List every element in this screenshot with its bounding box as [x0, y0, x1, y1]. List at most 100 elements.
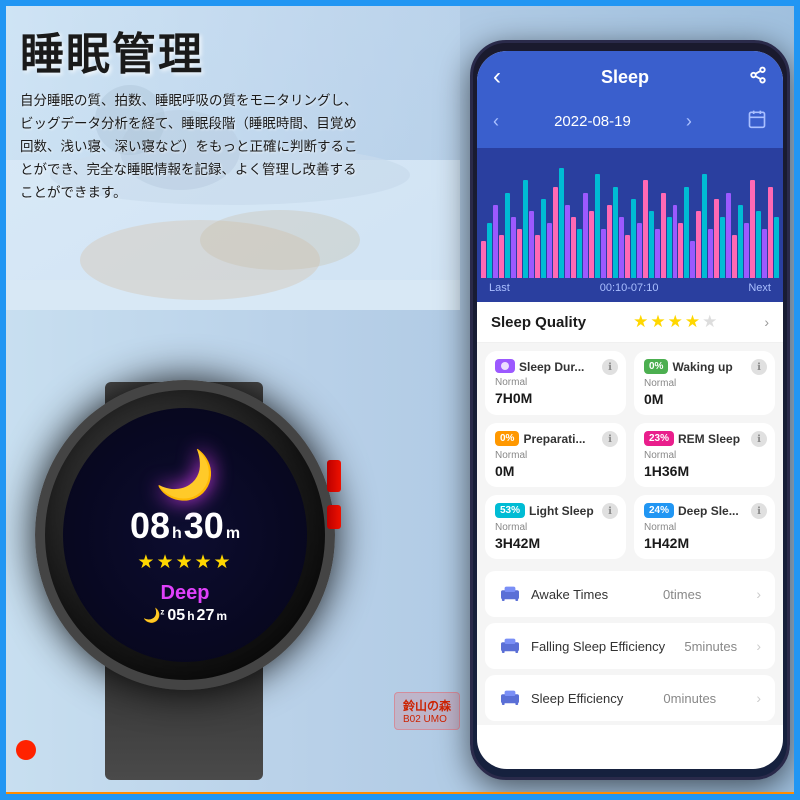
bottom-border [0, 792, 800, 800]
chart-bar-21 [607, 205, 612, 278]
sleep-chart [477, 148, 783, 278]
chart-bar-13 [559, 168, 564, 278]
share-button[interactable] [749, 66, 767, 89]
app-title: Sleep [601, 67, 649, 88]
falling-sleep-arrow: › [756, 638, 761, 654]
chart-label-next: Next [748, 282, 771, 294]
star-1: ★ [633, 312, 648, 332]
rem-sleep-normal: Normal [644, 450, 765, 461]
chart-bar-7 [523, 180, 528, 278]
rem-sleep-info[interactable]: ℹ [751, 431, 767, 447]
chart-bar-23 [619, 217, 624, 278]
watch-deep-hours: 05 [167, 607, 185, 625]
awake-times-row[interactable]: Awake Times 0times › [485, 571, 775, 617]
sleep-quality-label: Sleep Quality [491, 314, 586, 331]
preparation-title: Preparati... [523, 432, 585, 446]
next-date-button[interactable]: › [686, 111, 692, 132]
chart-bar-39 [714, 199, 719, 278]
prev-date-button[interactable]: ‹ [493, 111, 499, 132]
sleep-quality-section[interactable]: Sleep Quality ★ ★ ★ ★ ★ › [477, 302, 783, 343]
watch-deep-minutes: 27 [197, 607, 215, 625]
sleep-duration-info[interactable]: ℹ [602, 359, 618, 375]
awake-times-arrow: › [756, 586, 761, 602]
watch-hours: 08 [130, 505, 170, 547]
watermark-text2: B02 UMO [403, 714, 451, 725]
watch-body: 🌙 08 h 30 m ★★★★★ Deep 🌙z 05 h 27 [35, 380, 335, 690]
falling-sleep-label: Falling Sleep Efficiency [531, 639, 665, 654]
stat-card-deep-sleep: 24% Deep Sle... Normal 1H42M ℹ [634, 495, 775, 559]
chart-bar-0 [481, 241, 486, 278]
right-border [794, 0, 800, 800]
back-button[interactable]: ‹ [493, 63, 501, 91]
watch-button-top[interactable] [327, 460, 341, 492]
deep-sleep-info[interactable]: ℹ [751, 503, 767, 519]
light-sleep-title: Light Sleep [529, 504, 594, 518]
chart-bar-17 [583, 193, 588, 278]
sleep-duration-value: 7H0M [495, 390, 616, 406]
awake-times-label: Awake Times [531, 587, 608, 602]
sleep-quality-arrow[interactable]: › [764, 314, 769, 330]
chart-labels: Last 00:10-07:10 Next [477, 278, 783, 302]
falling-sleep-row[interactable]: Falling Sleep Efficiency 5minutes › [485, 623, 775, 669]
chart-bar-30 [661, 193, 666, 278]
chart-bar-37 [702, 174, 707, 278]
sleep-efficiency-row[interactable]: Sleep Efficiency 0minutes › [485, 675, 775, 721]
stat-card-preparation: 0% Preparati... Normal 0M ℹ [485, 423, 626, 487]
chart-bar-43 [738, 205, 743, 278]
date-navigation: ‹ 2022-08-19 › [477, 103, 783, 148]
stat-card-sleep-duration: Sleep Dur... Normal 7H0M ℹ [485, 351, 626, 415]
main-container: 睡眠管理 自分睡眠の質、拍数、睡眠呼吸の質をモニタリングし、ビッグデータ分析を経… [0, 0, 800, 800]
awake-times-left: Awake Times [499, 581, 608, 607]
red-dot-accent [16, 740, 36, 760]
rem-sleep-badge: 23% [644, 431, 674, 446]
light-sleep-info[interactable]: ℹ [602, 503, 618, 519]
sleep-duration-title: Sleep Dur... [519, 360, 584, 374]
sleep-efficiency-value: 0minutes [663, 691, 716, 706]
chart-bar-40 [720, 217, 725, 278]
star-2: ★ [650, 312, 665, 332]
watch-stars: ★★★★★ [137, 551, 232, 574]
chart-bar-20 [601, 229, 606, 278]
description-text: 自分睡眠の質、拍数、睡眠呼吸の質をモニタリングし、ビッグデータ分析を経て、睡眠段… [20, 90, 360, 205]
chart-bar-47 [762, 229, 767, 278]
stats-grid: Sleep Dur... Normal 7H0M ℹ 0% Waking up … [477, 343, 783, 567]
waking-up-title: Waking up [672, 360, 732, 374]
light-sleep-normal: Normal [495, 522, 616, 533]
falling-sleep-value: 5minutes [684, 639, 737, 654]
watch-container: 🌙 08 h 30 m ★★★★★ Deep 🌙z 05 h 27 [10, 320, 390, 780]
page-title: 睡眠管理 [20, 18, 400, 82]
preparation-normal: Normal [495, 450, 616, 461]
chart-bar-34 [684, 187, 689, 279]
rem-sleep-value: 1H36M [644, 463, 765, 479]
watch-screen: 🌙 08 h 30 m ★★★★★ Deep 🌙z 05 h 27 [63, 408, 307, 662]
watch-time-display: 08 h 30 m [130, 505, 240, 547]
chart-bar-33 [678, 223, 683, 278]
sleep-quality-stars: ★ ★ ★ ★ ★ [633, 312, 717, 332]
chart-bar-19 [595, 174, 600, 278]
calendar-icon[interactable] [747, 109, 767, 134]
watermark-text1: 鈴山の森 [403, 697, 451, 714]
waking-up-normal: Normal [644, 378, 765, 389]
stat-card-waking-up: 0% Waking up Normal 0M ℹ [634, 351, 775, 415]
sleep-duration-normal: Normal [495, 377, 616, 388]
falling-sleep-icon [499, 633, 521, 659]
falling-sleep-left: Falling Sleep Efficiency [499, 633, 665, 659]
waking-up-info[interactable]: ℹ [751, 359, 767, 375]
sleep-duration-badge [495, 359, 515, 373]
light-sleep-badge: 53% [495, 503, 525, 518]
current-date: 2022-08-19 [554, 113, 631, 130]
chart-bar-48 [768, 187, 773, 279]
chart-label-last: Last [489, 282, 510, 294]
watch-button-bottom[interactable] [327, 505, 341, 529]
awake-times-value: 0times [663, 587, 701, 602]
chart-bar-27 [643, 180, 648, 278]
preparation-info[interactable]: ℹ [602, 431, 618, 447]
deep-sleep-title: Deep Sle... [678, 504, 739, 518]
star-4: ★ [685, 312, 700, 332]
watch-unit-m: m [226, 525, 240, 543]
watch-unit-h: h [172, 525, 182, 543]
chart-bar-42 [732, 235, 737, 278]
phone-container: ‹ Sleep ‹ 2022-08-19 › [470, 40, 790, 780]
chart-bar-41 [726, 193, 731, 278]
light-sleep-value: 3H42M [495, 535, 616, 551]
